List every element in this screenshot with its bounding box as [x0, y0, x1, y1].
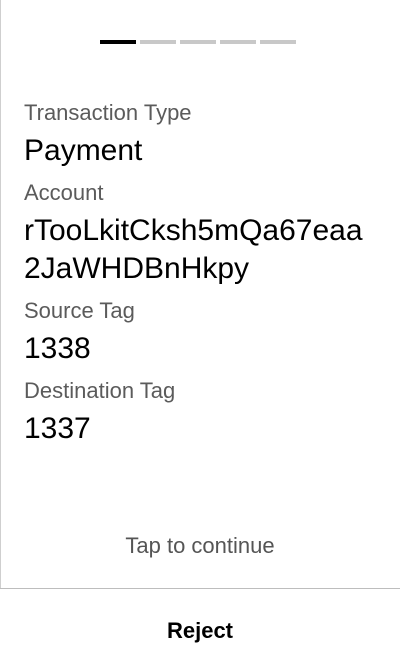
- destination-tag-label: Destination Tag: [24, 378, 176, 403]
- account-label: Account: [24, 180, 104, 205]
- progress-step: [140, 40, 176, 44]
- progress-step: [220, 40, 256, 44]
- tap-to-continue[interactable]: Tap to continue: [0, 531, 400, 561]
- field-transaction-type: Transaction Type Payment: [24, 98, 376, 170]
- reject-button[interactable]: Reject: [0, 589, 400, 672]
- field-source-tag: Source Tag 1338: [24, 296, 376, 368]
- step-progress-indicator: [100, 40, 296, 44]
- progress-step: [100, 40, 136, 44]
- progress-step: [180, 40, 216, 44]
- progress-step: [260, 40, 296, 44]
- screen-edge: [0, 0, 1, 588]
- source-tag-value: 1338: [24, 332, 91, 365]
- transaction-type-label: Transaction Type: [24, 100, 192, 125]
- destination-tag-value: 1337: [24, 412, 91, 445]
- transaction-type-value: Payment: [24, 134, 143, 167]
- field-account: Account rTooLkitCksh5mQa67eaa2JaWHDBnHkp…: [24, 178, 376, 288]
- source-tag-label: Source Tag: [24, 298, 135, 323]
- account-value: rTooLkitCksh5mQa67eaa2JaWHDBnHkpy: [24, 214, 363, 285]
- transaction-details: Transaction Type Payment Account rTooLki…: [24, 98, 376, 456]
- field-destination-tag: Destination Tag 1337: [24, 376, 376, 448]
